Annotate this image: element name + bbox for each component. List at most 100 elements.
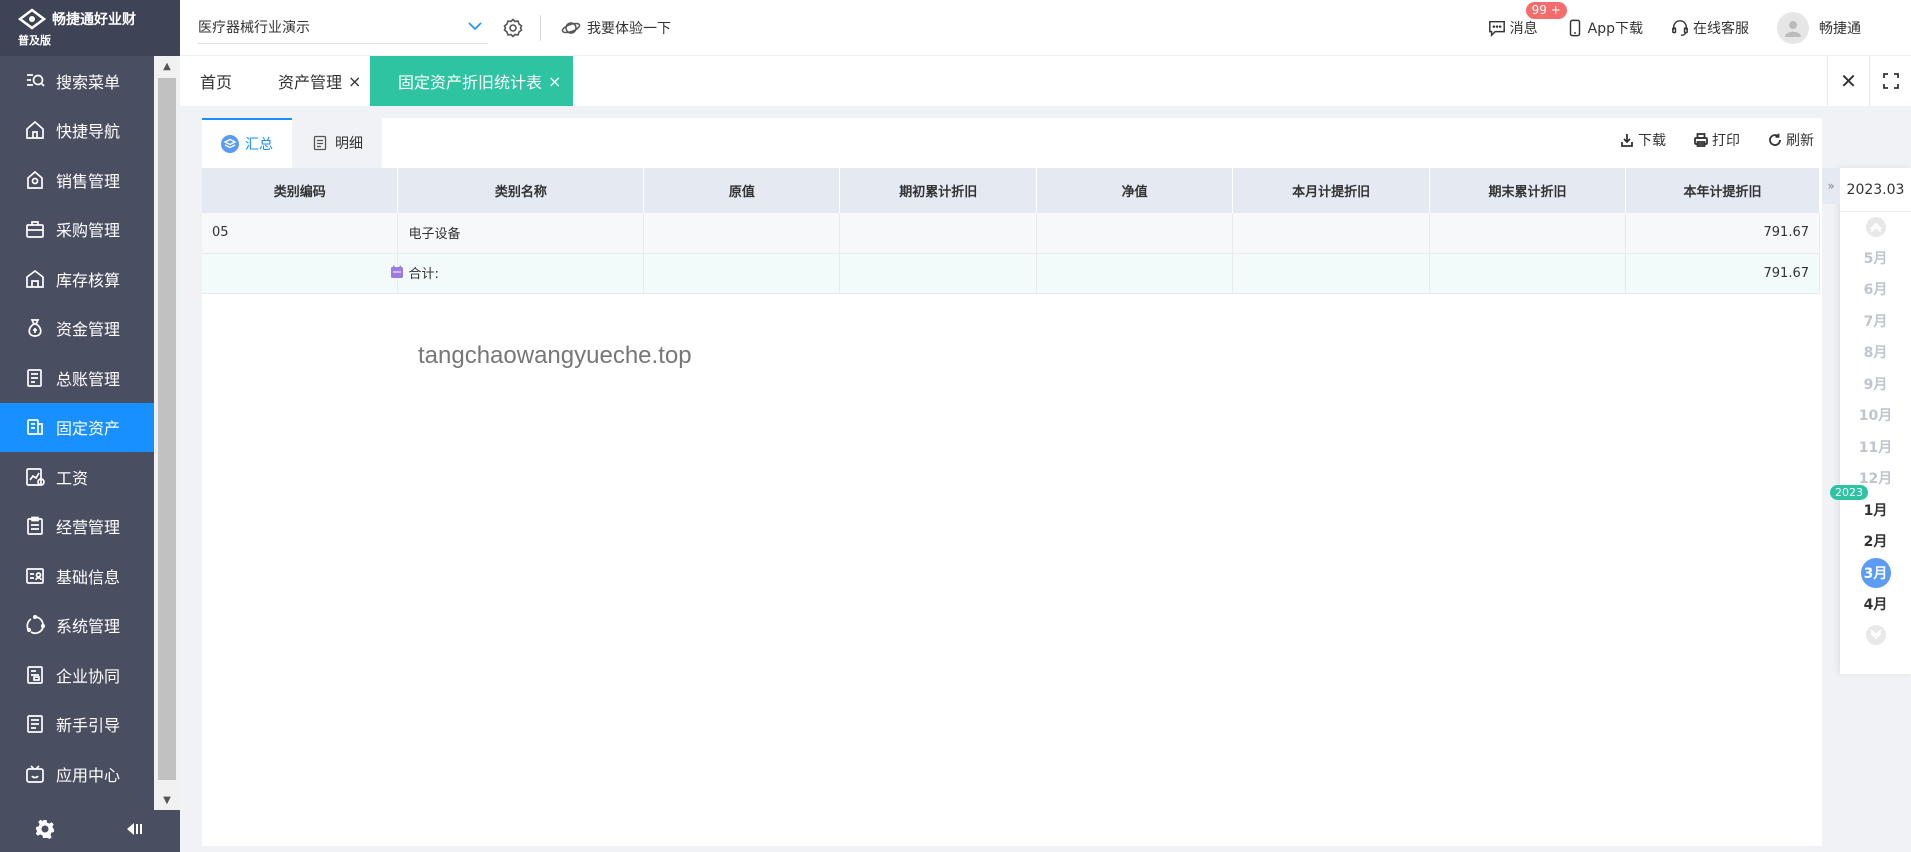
sidebar-item-label: 工资 xyxy=(56,468,89,488)
page-tabs-bar: 首页 资产管理 × 固定资产折旧统计表 × ✕ xyxy=(180,56,1911,106)
sidebar-item-label: 总账管理 xyxy=(56,369,121,389)
tab-label: 首页 xyxy=(200,73,233,92)
app-download-button[interactable]: App下载 xyxy=(1566,18,1643,38)
sidebar-item-label: 资金管理 xyxy=(56,320,121,340)
table-row[interactable]: 05 电子设备 791.67 xyxy=(202,213,1821,254)
messages-button[interactable]: 消息 99 + xyxy=(1488,2,1567,38)
sidebar-item-operations[interactable]: 经营管理 xyxy=(0,502,154,552)
edition-label: 普及版 xyxy=(18,34,51,47)
settings-gear-icon[interactable] xyxy=(35,819,55,843)
sidebar-item-purchase[interactable]: 采购管理 xyxy=(0,205,154,255)
header-divider xyxy=(540,14,541,41)
column-header[interactable]: 期末累计折旧 xyxy=(1429,168,1626,213)
tab-asset-management[interactable]: 资产管理 × xyxy=(278,56,361,106)
month-option[interactable]: 2月 xyxy=(1840,526,1911,558)
messages-badge: 99 + xyxy=(1525,2,1567,19)
close-all-tabs-icon[interactable]: ✕ xyxy=(1827,56,1869,106)
sidebar-item-label: 销售管理 xyxy=(56,171,121,191)
sidebar-item-label: 快捷导航 xyxy=(56,122,121,142)
month-option[interactable]: 7月 xyxy=(1840,305,1911,337)
guide-icon xyxy=(24,713,46,735)
close-tab-icon[interactable]: × xyxy=(548,72,561,91)
user-avatar-icon xyxy=(1785,21,1801,37)
sidebar-item-ledger[interactable]: 总账管理 xyxy=(0,353,154,403)
period-up-icon[interactable] xyxy=(1840,212,1911,242)
month-option[interactable]: 10月 xyxy=(1840,400,1911,432)
close-tab-icon[interactable]: × xyxy=(348,72,361,91)
sidebar-scrollbar[interactable]: ▲ ▼ xyxy=(154,56,180,810)
collaboration-icon xyxy=(24,664,46,686)
scroll-up-arrow-icon[interactable]: ▲ xyxy=(154,56,180,76)
chevron-down-icon xyxy=(468,19,482,35)
column-header[interactable]: 期初累计折旧 xyxy=(839,168,1038,213)
try-experience-label: 我要体验一下 xyxy=(587,20,671,37)
column-header[interactable]: 本月计提折旧 xyxy=(1232,168,1431,213)
brand-logo-icon xyxy=(18,8,46,30)
column-header[interactable]: 类别名称 xyxy=(397,168,645,213)
cell-empty xyxy=(1232,253,1431,294)
collapse-sidebar-icon[interactable] xyxy=(125,819,145,843)
avatar xyxy=(1777,12,1809,44)
try-experience-link[interactable]: 我要体验一下 xyxy=(561,18,671,38)
cell-year-depreciation: 791.67 xyxy=(1625,213,1821,254)
month-option[interactable]: 6月 xyxy=(1840,274,1911,306)
sidebar-item-system[interactable]: 系统管理 xyxy=(0,601,154,651)
sidebar-item-guide[interactable]: 新手引导 xyxy=(0,700,154,750)
money-bag-icon xyxy=(24,317,46,339)
month-option[interactable]: 4月 xyxy=(1840,589,1911,621)
month-option[interactable]: 8月 xyxy=(1840,337,1911,369)
scrollbar-thumb[interactable] xyxy=(158,78,176,780)
sidebar-item-label: 应用中心 xyxy=(56,765,121,785)
sidebar-item-basic-info[interactable]: 基础信息 xyxy=(0,551,154,601)
sidebar-item-label: 库存核算 xyxy=(56,270,121,290)
subtab-summary[interactable]: 汇总 xyxy=(202,118,292,168)
period-down-icon[interactable] xyxy=(1840,620,1911,650)
sidebar-item-app-center[interactable]: 应用中心 xyxy=(0,749,154,799)
fullscreen-icon[interactable] xyxy=(1869,56,1911,106)
month-option[interactable]: 2023 1月 xyxy=(1830,485,1911,526)
refresh-button[interactable]: 刷新 xyxy=(1768,130,1814,150)
sidebar-item-salary[interactable]: 工资 xyxy=(0,452,154,502)
month-option[interactable]: 11月 xyxy=(1840,431,1911,463)
document-list-icon xyxy=(313,135,327,151)
sidebar-item-sales[interactable]: 销售管理 xyxy=(0,155,154,205)
sidebar-item-fixed-assets[interactable]: 固定资产 xyxy=(0,402,154,452)
month-option[interactable]: 5月 xyxy=(1840,242,1911,274)
calendar-icon xyxy=(391,265,404,279)
sidebar-item-search-menu[interactable]: 搜索菜单 xyxy=(0,56,154,106)
subtab-detail[interactable]: 明细 xyxy=(292,118,382,168)
cell-empty xyxy=(1036,253,1234,294)
user-menu[interactable]: 畅捷通 xyxy=(1777,12,1861,44)
sidebar-item-quick-nav[interactable]: 快捷导航 xyxy=(0,106,154,156)
month-option-selected[interactable]: 3月 xyxy=(1840,557,1911,589)
column-header[interactable]: 本年计提折旧 xyxy=(1625,168,1821,213)
subtab-label: 汇总 xyxy=(245,137,273,153)
column-header[interactable]: 类别编码 xyxy=(202,168,399,213)
company-settings-gear-icon[interactable] xyxy=(502,17,524,39)
report-subtabs: 汇总 明细 xyxy=(202,118,382,168)
cell-empty xyxy=(202,253,399,294)
sidebar-item-funds[interactable]: 资金管理 xyxy=(0,304,154,354)
top-header: 医疗器械行业演示 我要体验一下 消息 99 + App下载 在线客服 畅捷通 xyxy=(180,0,1911,56)
cell-net-value xyxy=(1036,213,1234,254)
column-header[interactable]: 原值 xyxy=(643,168,841,213)
expand-panel-icon[interactable]: » xyxy=(1822,168,1840,204)
message-icon xyxy=(1488,20,1505,37)
sidebar-item-collaboration[interactable]: 企业协同 xyxy=(0,650,154,700)
online-service-button[interactable]: 在线客服 xyxy=(1671,18,1749,38)
column-header[interactable]: 净值 xyxy=(1036,168,1234,213)
username: 畅捷通 xyxy=(1819,21,1861,37)
tab-home[interactable]: 首页 xyxy=(200,56,232,106)
cell-category-code: 05 xyxy=(202,213,399,254)
sidebar-item-inventory[interactable]: 库存核算 xyxy=(0,254,154,304)
download-button[interactable]: 下载 xyxy=(1620,130,1666,150)
company-select[interactable]: 医疗器械行业演示 xyxy=(198,12,488,44)
depreciation-summary-table: 类别编码 类别名称 原值 期初累计折旧 净值 本月计提折旧 期末累计折旧 本年计… xyxy=(202,168,1821,294)
cell-total-label: 合计: xyxy=(391,253,645,294)
print-button[interactable]: 打印 xyxy=(1694,130,1740,150)
cell-month-depreciation xyxy=(1232,213,1431,254)
tab-fixed-asset-depreciation-report[interactable]: 固定资产折旧统计表 × xyxy=(370,56,574,106)
month-option[interactable]: 9月 xyxy=(1840,368,1911,400)
scroll-down-arrow-icon[interactable]: ▼ xyxy=(154,790,180,810)
logo: 畅捷通好业财 普及版 xyxy=(0,0,180,56)
